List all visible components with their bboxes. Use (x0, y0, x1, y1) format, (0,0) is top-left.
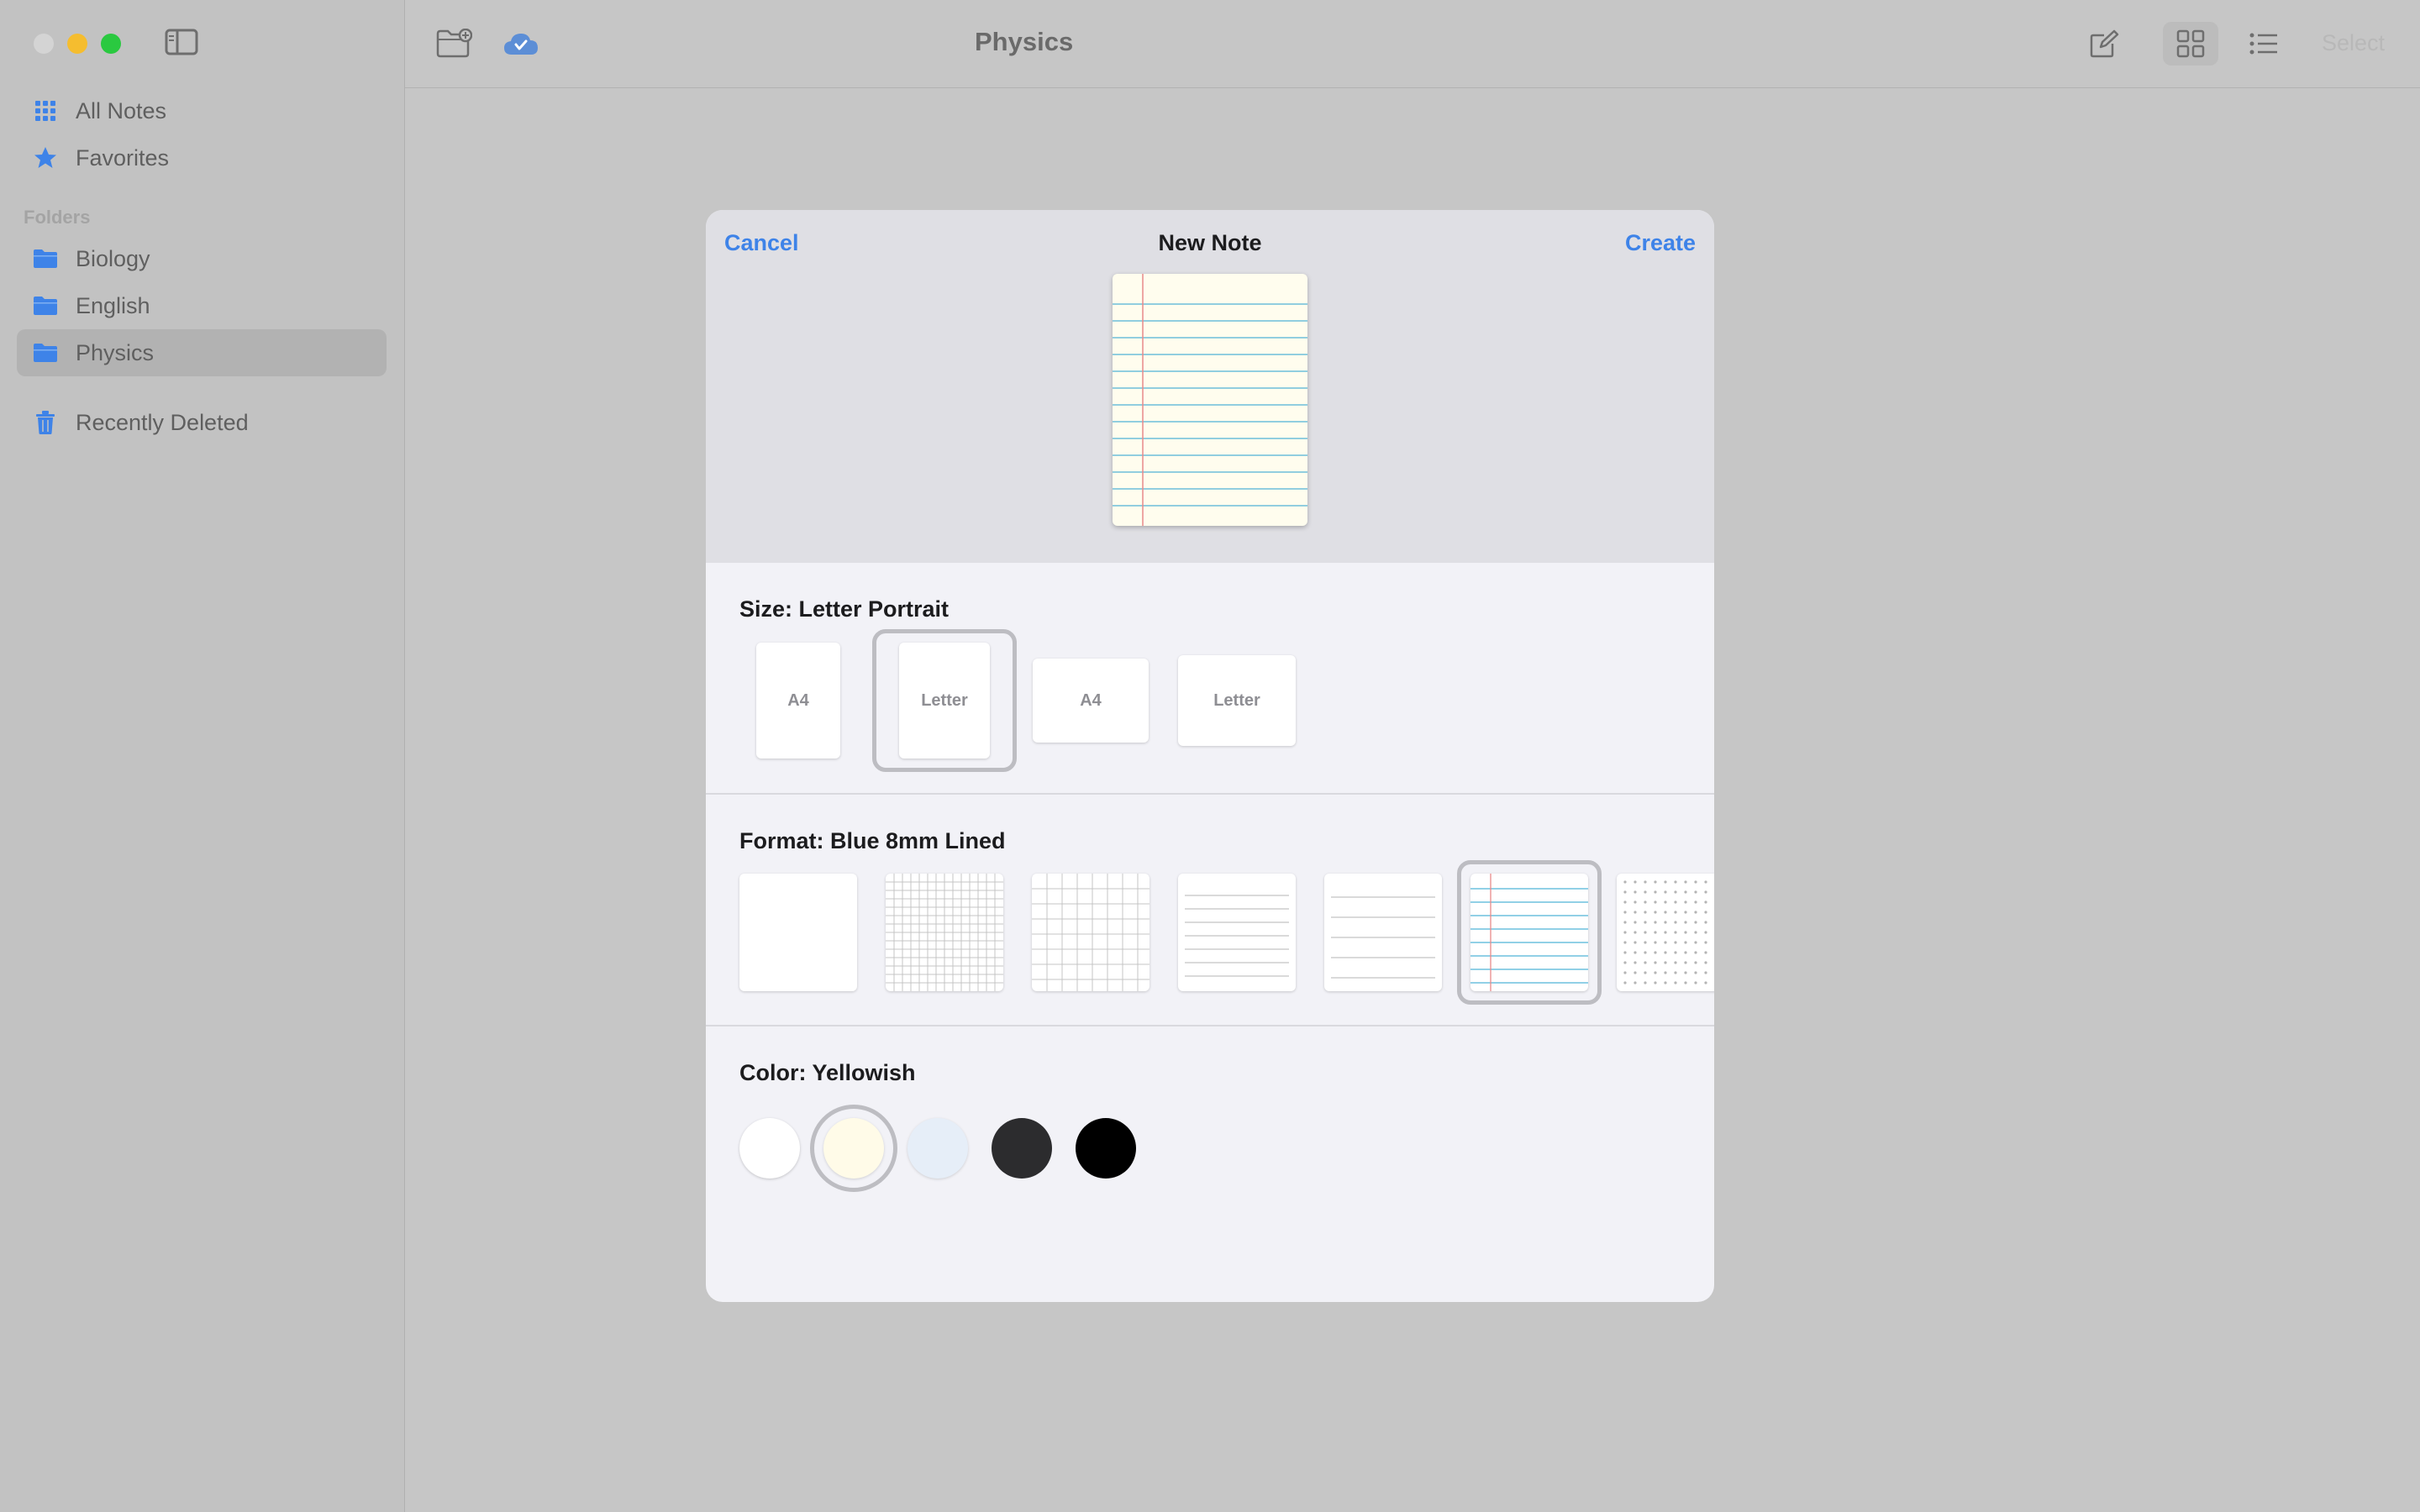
compose-icon[interactable] (2086, 25, 2123, 62)
list-view-icon[interactable] (2245, 25, 2282, 62)
folder-icon (32, 292, 59, 319)
sidebar-item-favorites[interactable]: Favorites (17, 134, 387, 181)
select-button[interactable]: Select (2322, 30, 2385, 56)
zoom-window-button[interactable] (101, 34, 121, 54)
trash-icon (32, 409, 59, 436)
section-divider (706, 793, 1714, 795)
star-icon (32, 144, 59, 171)
format-option-small-grid[interactable] (886, 874, 1003, 991)
color-swatch-bluish[interactable] (908, 1118, 968, 1179)
icloud-check-icon[interactable] (502, 25, 539, 62)
close-window-button[interactable] (34, 34, 54, 54)
sidebar-toggle-icon[interactable] (165, 29, 198, 55)
minimize-window-button[interactable] (67, 34, 87, 54)
sidebar-item-biology[interactable]: Biology (17, 235, 387, 282)
sidebar-item-label: Recently Deleted (76, 409, 249, 435)
sidebar-item-all-notes[interactable]: All Notes (17, 87, 387, 134)
sidebar-item-physics[interactable]: Physics (17, 329, 387, 376)
format-label: Format: Blue 8mm Lined (739, 828, 1006, 853)
color-swatch-black[interactable] (1076, 1118, 1136, 1179)
sidebar-item-label: Physics (76, 339, 155, 365)
size-option-label: A4 (1080, 690, 1102, 710)
sidebar-item-recently-deleted[interactable]: Recently Deleted (17, 399, 387, 446)
color-swatch-dark-gray[interactable] (992, 1118, 1052, 1179)
page-title: Physics (975, 27, 1074, 56)
sidebar-item-english[interactable]: English (17, 282, 387, 329)
new-note-dialog: New Note Cancel Create Size: Letter Port… (706, 210, 1714, 1302)
folder-icon (32, 245, 59, 272)
size-option-label: A4 (787, 690, 809, 710)
color-swatch-white[interactable] (739, 1118, 800, 1179)
section-divider (706, 1025, 1714, 1026)
color-swatch-yellowish[interactable] (823, 1118, 884, 1179)
note-preview (1113, 274, 1307, 526)
format-option-blank[interactable] (739, 874, 857, 991)
sidebar-item-label: English (76, 292, 150, 318)
dialog-title: New Note (1158, 230, 1262, 255)
format-option-blue-8mm-lined[interactable] (1470, 874, 1588, 991)
format-option-dotted[interactable] (1617, 874, 1714, 991)
grid-view-icon[interactable] (2172, 25, 2209, 62)
size-option-label: Letter (1213, 690, 1260, 710)
color-label: Color: Yellowish (739, 1060, 916, 1085)
format-option-wide-lined[interactable] (1324, 874, 1442, 991)
size-option-letter-portrait[interactable]: Letter (899, 643, 990, 759)
create-button[interactable]: Create (1625, 230, 1696, 256)
format-option-large-grid[interactable] (1032, 874, 1150, 991)
folders-header: Folders (24, 207, 91, 228)
folder-icon (32, 339, 59, 366)
size-option-letter-landscape[interactable]: Letter (1178, 655, 1296, 746)
size-label: Size: Letter Portrait (739, 596, 950, 622)
grid-dots-icon (32, 97, 59, 124)
new-folder-icon[interactable] (435, 25, 472, 62)
cancel-button[interactable]: Cancel (724, 230, 799, 256)
format-option-narrow-lined[interactable] (1178, 874, 1296, 991)
size-option-label: Letter (921, 690, 968, 710)
sidebar: All Notes Favorites Folders Biology Engl… (0, 0, 405, 1512)
sidebar-item-label: All Notes (76, 97, 167, 123)
sidebar-item-label: Biology (76, 245, 150, 271)
size-option-a4-portrait[interactable]: A4 (756, 643, 840, 759)
size-option-a4-landscape[interactable]: A4 (1033, 659, 1149, 743)
toolbar: Physics Select (405, 0, 2420, 88)
sidebar-item-label: Favorites (76, 144, 170, 171)
